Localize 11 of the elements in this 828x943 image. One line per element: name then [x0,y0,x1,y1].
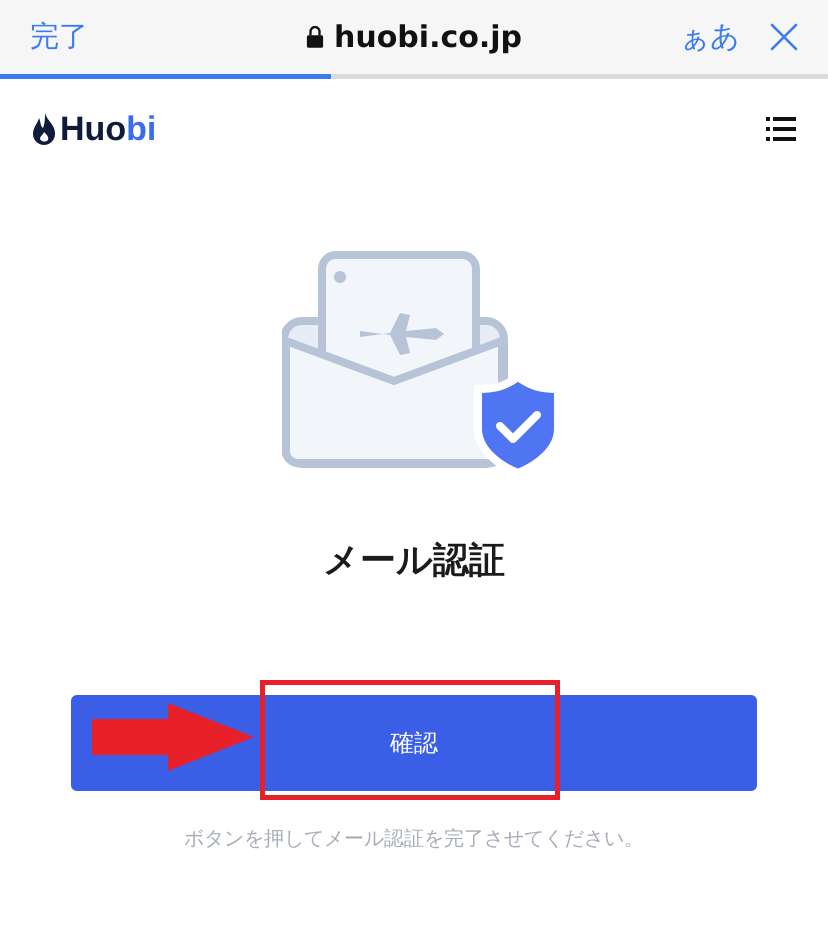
url-text[interactable]: huobi.co.jp [334,20,522,54]
flame-icon [32,112,56,146]
text-size-button[interactable]: ぁあ [680,17,740,57]
done-button[interactable]: 完了 [30,17,88,57]
confirm-button[interactable]: 確認 [71,695,757,791]
page-title: メール認証 [322,539,506,583]
lock-icon [306,25,324,49]
caption-text: ボタンを押してメール認証を完了させてください。 [183,825,645,852]
logo-text[interactable]: Huobi [60,110,156,148]
close-icon[interactable] [770,23,798,51]
menu-icon[interactable] [766,116,796,142]
